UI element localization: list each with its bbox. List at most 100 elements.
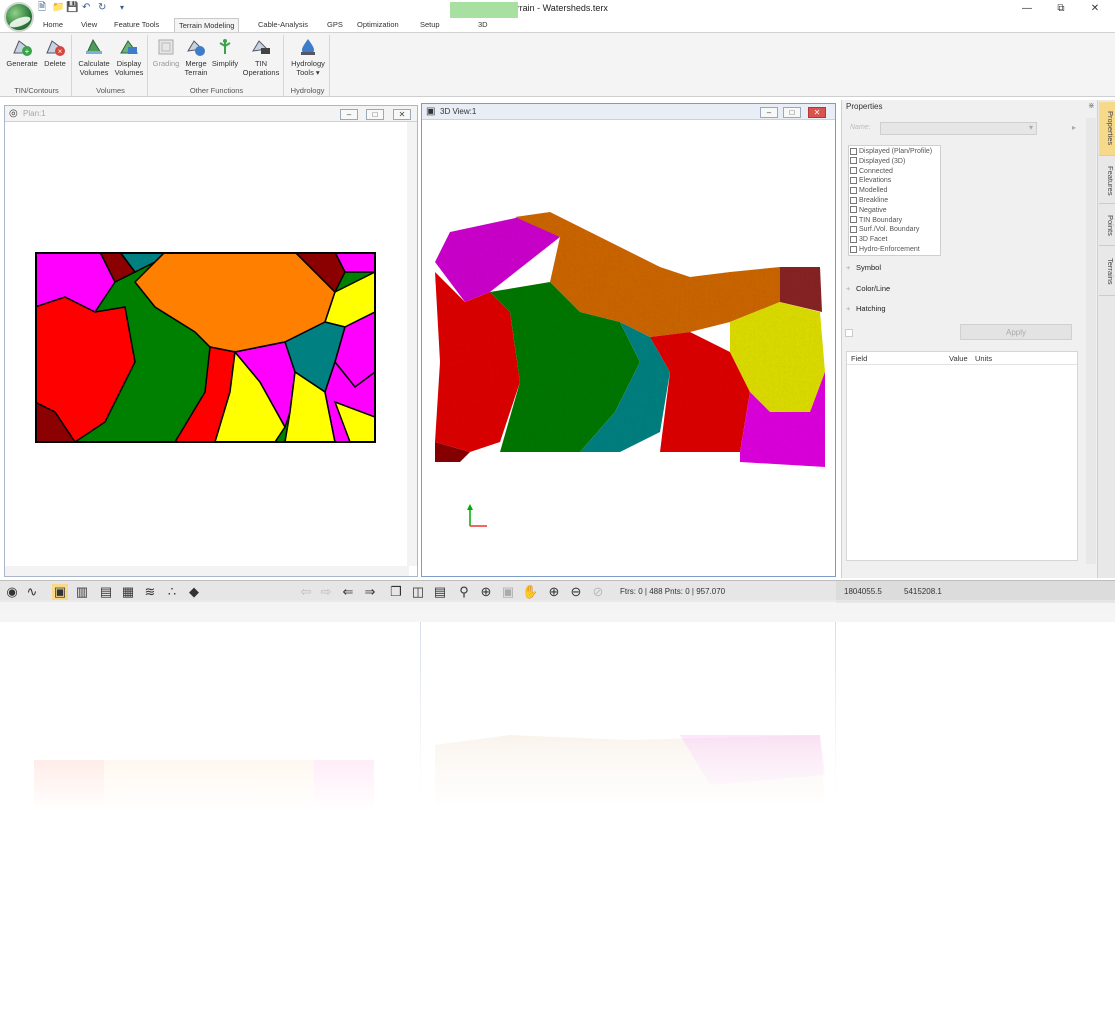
delete-button[interactable]: × Delete	[40, 37, 70, 68]
globe-icon[interactable]: ◉	[4, 584, 20, 600]
merge-terrain-button[interactable]: Merge Terrain	[182, 37, 210, 77]
checkbox[interactable]	[850, 186, 857, 194]
zoom-icon[interactable]: ⚲	[456, 584, 472, 600]
name-dropdown[interactable]: ▾	[880, 122, 1037, 135]
calculate-volumes-button[interactable]: Calculate Volumes	[76, 37, 112, 77]
plan-close-button[interactable]: ✕	[393, 109, 411, 120]
simplify-button[interactable]: Simplify	[210, 37, 240, 68]
checkbox-row[interactable]: Negative	[850, 206, 939, 216]
svg-text:×: ×	[58, 47, 63, 56]
tray-icon[interactable]: ▥	[74, 584, 90, 600]
checkbox[interactable]	[850, 226, 857, 234]
contours-icon[interactable]: ≋	[142, 584, 158, 600]
tab-cable-analysis[interactable]: Cable-Analysis	[254, 18, 312, 32]
group-volumes: Calculate Volumes Display Volumes Volume…	[74, 35, 148, 96]
name-label: Name:	[850, 124, 871, 131]
side-tab-properties[interactable]: Properties	[1099, 102, 1115, 156]
checkbox-row[interactable]: TIN Boundary	[850, 216, 939, 226]
apply-option-checkbox[interactable]	[845, 329, 853, 337]
chevron-down-icon: ▾	[313, 68, 320, 77]
back-icon[interactable]: ⇐	[340, 584, 356, 600]
3d-close-button[interactable]: ✕	[808, 107, 826, 118]
grading-button[interactable]: Grading	[150, 37, 182, 68]
checkbox-row[interactable]: Hydro-Enforcement	[850, 245, 939, 255]
forward-icon[interactable]: ⇒	[362, 584, 378, 600]
checkbox[interactable]	[850, 206, 857, 214]
hydrology-tools-button[interactable]: Hydrology Tools ▾	[288, 37, 328, 77]
watershed-plan-map	[35, 252, 376, 443]
grid-icon[interactable]: ▦	[120, 584, 136, 600]
status-bar: ◉ ∿ ▣ ▥ ▤ ▦ ≋ ∴ ◆ ⇦ ⇨ ⇐ ⇒ ❐ ◫ ▤ ⚲ ⊕ ▣ ✋ …	[0, 580, 1115, 603]
tile-horizontal-icon[interactable]: ▤	[432, 584, 448, 600]
tab-view[interactable]: View	[77, 18, 101, 32]
plan-vertical-scrollbar[interactable]	[407, 122, 417, 566]
layers-icon[interactable]: ◆	[186, 584, 202, 600]
tin-operations-button[interactable]: TIN Operations	[240, 37, 282, 77]
checkbox-row[interactable]: Displayed (3D)	[850, 157, 939, 167]
side-tab-points[interactable]: Points	[1099, 206, 1115, 246]
points-icon[interactable]: ∴	[164, 584, 180, 600]
tab-gps[interactable]: GPS	[323, 18, 347, 32]
plan-horizontal-scrollbar[interactable]	[5, 566, 409, 576]
layout-icon[interactable]: ▤	[98, 584, 114, 600]
checkbox[interactable]	[850, 177, 857, 185]
checkbox[interactable]	[850, 196, 857, 204]
cascade-windows-icon[interactable]: ❐	[388, 584, 404, 600]
restore-button[interactable]: ⧉	[1044, 0, 1078, 18]
minimize-button[interactable]: —	[1010, 0, 1044, 18]
checkbox-row[interactable]: Surf./Vol. Boundary	[850, 225, 939, 235]
tab-setup[interactable]: Setup	[416, 18, 444, 32]
display-volumes-icon	[120, 40, 138, 54]
pan-hand-icon[interactable]: ✋	[522, 584, 538, 600]
tab-feature-tools[interactable]: Feature Tools	[110, 18, 163, 32]
3d-minimize-button[interactable]: –	[760, 107, 778, 118]
pan-left-icon[interactable]: ⇦	[298, 584, 314, 600]
plan-view-pane[interactable]: ◎ Plan:1 – □ ✕	[4, 105, 418, 577]
zoom-in-icon[interactable]: ⊕	[546, 584, 562, 600]
3d-restore-button[interactable]: □	[783, 107, 801, 118]
apply-button[interactable]: Apply	[960, 324, 1072, 340]
checkbox[interactable]	[850, 157, 857, 165]
zoom-extents-icon[interactable]: ⊕	[478, 584, 494, 600]
hatching-section[interactable]: + Hatching	[846, 304, 886, 313]
pin-icon[interactable]: ⋇	[1088, 101, 1095, 110]
lock-icon[interactable]: ▣	[500, 584, 516, 600]
tab-3d[interactable]: 3D	[474, 18, 492, 32]
color-line-section[interactable]: + Color/Line	[846, 284, 890, 293]
checkbox[interactable]	[850, 245, 857, 253]
checkbox[interactable]	[850, 167, 857, 175]
display-volumes-button[interactable]: Display Volumes	[112, 37, 146, 77]
checkbox-row[interactable]: Displayed (Plan/Profile)	[850, 147, 939, 157]
checkbox-row[interactable]: Modelled	[850, 186, 939, 196]
checkbox[interactable]	[850, 147, 857, 155]
checkbox[interactable]	[850, 216, 857, 224]
cube-icon[interactable]: ▣	[52, 584, 68, 600]
properties-scrollbar[interactable]	[1086, 118, 1096, 564]
side-tab-features[interactable]: Features	[1099, 158, 1115, 204]
profile-line-icon[interactable]: ∿	[24, 584, 40, 600]
field-value-table: Field Value Units	[846, 351, 1078, 561]
checkbox-row[interactable]: Connected	[850, 167, 939, 177]
tab-optimization[interactable]: Optimization	[353, 18, 403, 32]
checkbox-row[interactable]: 3D Facet	[850, 235, 939, 245]
3d-view-pane[interactable]: ▣ 3D View:1 – □ ✕	[421, 103, 836, 577]
close-button[interactable]: ✕	[1078, 0, 1112, 18]
pan-right-icon[interactable]: ⇨	[318, 584, 334, 600]
checkbox-row[interactable]: Breakline	[850, 196, 939, 206]
checkbox[interactable]	[850, 235, 857, 243]
plan-minimize-button[interactable]: –	[340, 109, 358, 120]
plan-restore-button[interactable]: □	[366, 109, 384, 120]
zoom-previous-icon[interactable]: ⊘	[590, 584, 606, 600]
zoom-out-icon[interactable]: ⊖	[568, 584, 584, 600]
expand-icon[interactable]: ▸	[1072, 123, 1076, 132]
symbol-section[interactable]: + Symbol	[846, 263, 881, 272]
group-label-tin-contours: TIN/Contours	[14, 86, 59, 95]
tile-vertical-icon[interactable]: ◫	[410, 584, 426, 600]
generate-button[interactable]: + Generate	[6, 37, 38, 68]
application-menu-orb[interactable]	[4, 2, 34, 32]
checkbox-row[interactable]: Elevations	[850, 176, 939, 186]
side-tab-terrains[interactable]: Terrains	[1099, 248, 1115, 296]
tab-home[interactable]: Home	[39, 18, 67, 32]
hydrology-icon	[301, 39, 315, 55]
tab-terrain-modeling[interactable]: Terrain Modeling	[174, 18, 240, 32]
